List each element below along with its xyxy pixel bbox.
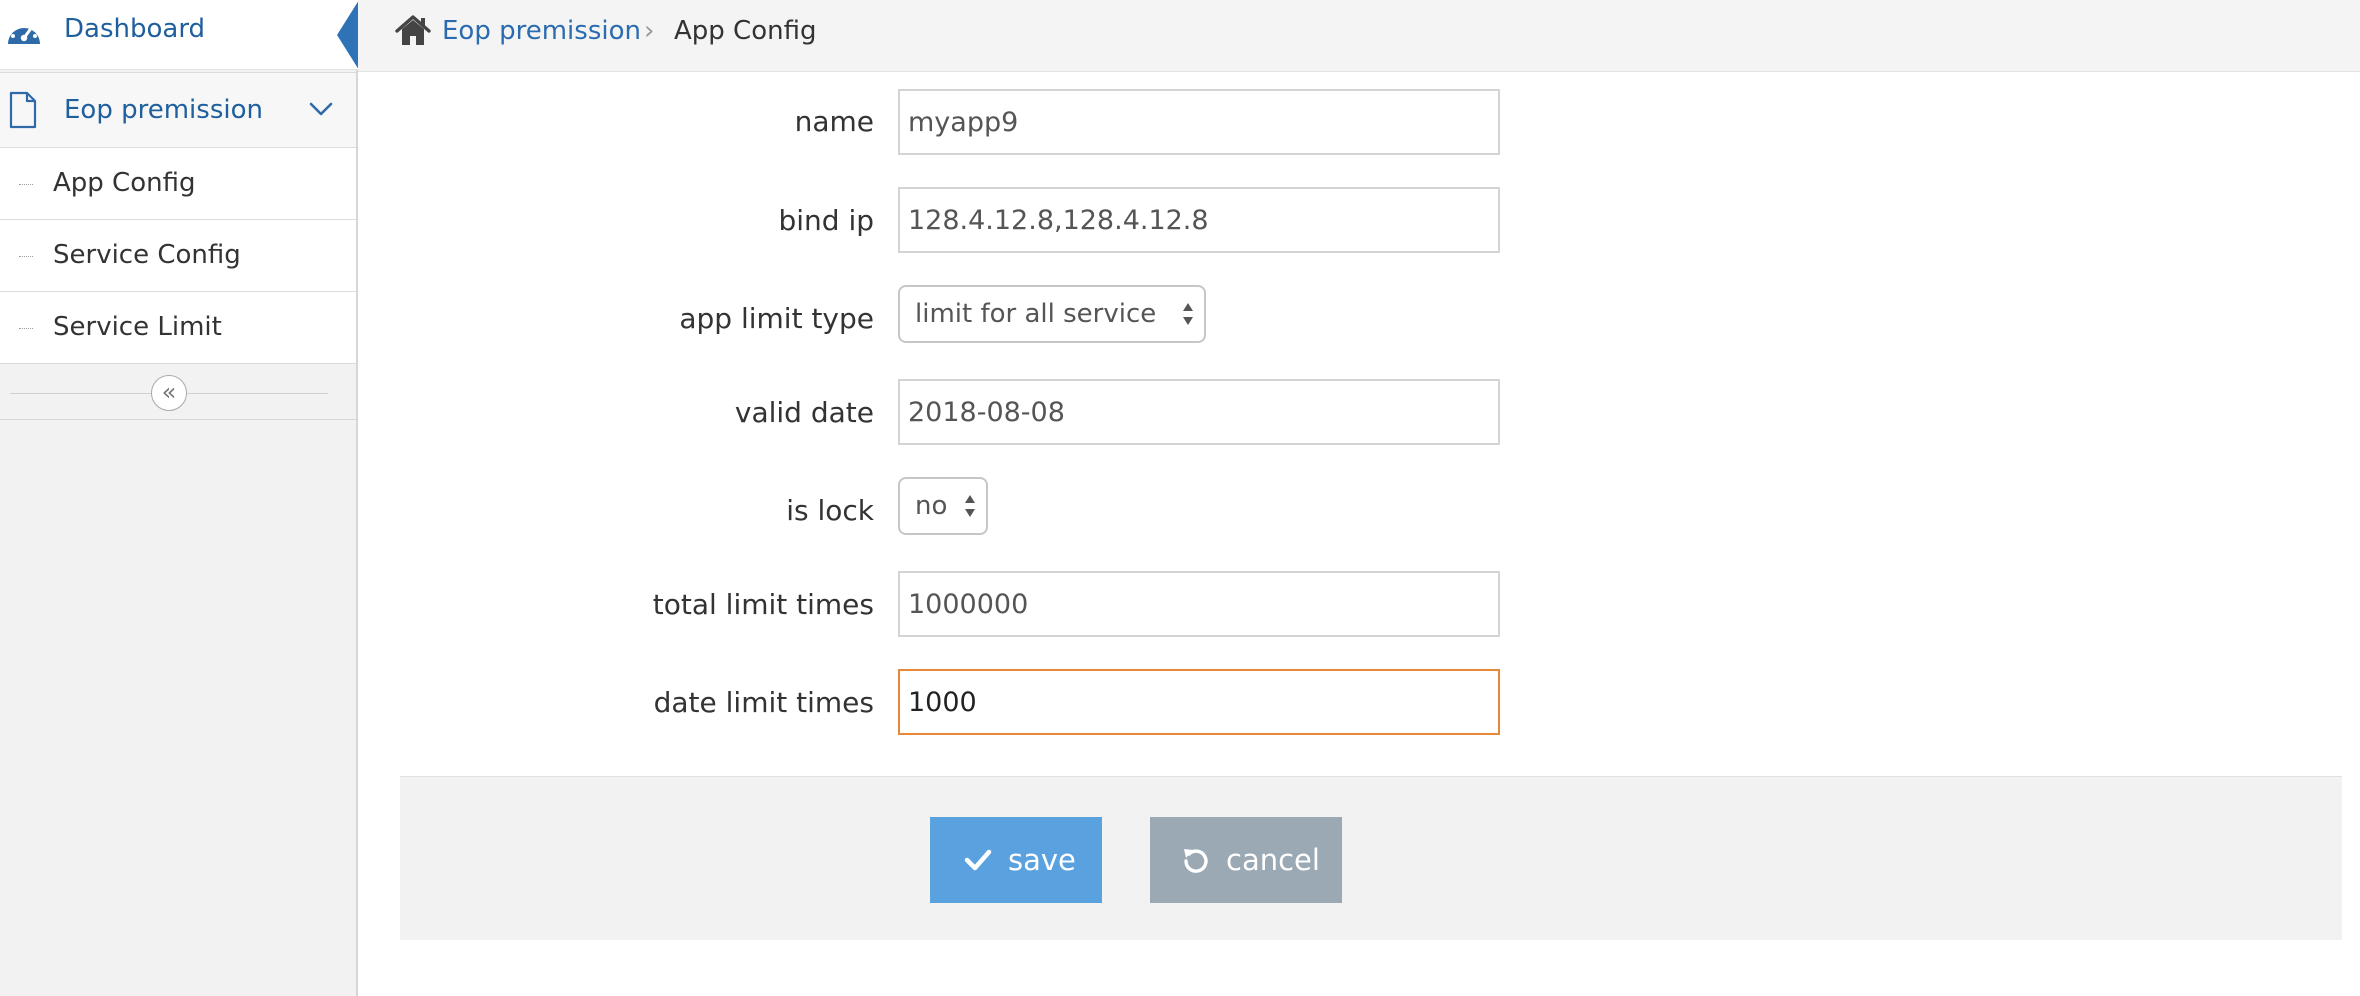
date-limit-times-field[interactable] (898, 669, 1500, 735)
sidebar-item-label: Service Config (53, 240, 241, 270)
is-lock-label: is lock (786, 494, 874, 527)
chevron-down-icon[interactable] (308, 99, 334, 119)
save-button-label: save (1008, 843, 1076, 877)
tree-connector (19, 328, 33, 329)
sidebar-collapse-bar: « (0, 366, 356, 420)
check-icon (964, 849, 992, 871)
name-label: name (794, 105, 874, 138)
tree-connector (19, 184, 33, 185)
sidebar: Dashboard Eop premission App Config Serv… (0, 0, 359, 996)
breadcrumb-current: App Config (674, 16, 817, 46)
sidebar-group-eop-premission[interactable]: Eop premission (0, 72, 356, 148)
total-limit-times-label: total limit times (652, 588, 874, 621)
sidebar-item-label: Service Limit (53, 312, 222, 342)
app-limit-type-select[interactable]: limit for all service (898, 285, 1206, 343)
active-indicator (337, 0, 359, 70)
form-actions: save cancel (400, 776, 2342, 940)
valid-date-field[interactable] (898, 379, 1500, 445)
bind-ip-label: bind ip (778, 204, 874, 237)
save-button[interactable]: save (930, 817, 1102, 903)
breadcrumb-link-eop-premission[interactable]: Eop premission (442, 14, 641, 48)
sidebar-item-label: App Config (53, 168, 196, 198)
home-icon[interactable] (394, 14, 432, 48)
double-chevron-left-icon[interactable]: « (151, 375, 187, 411)
is-lock-selected: no (915, 491, 948, 521)
sidebar-item-service-config[interactable]: Service Config (0, 220, 356, 292)
tree-connector (19, 256, 33, 257)
select-arrows-icon (965, 495, 975, 517)
select-arrows-icon (1183, 303, 1193, 325)
date-limit-times-label: date limit times (653, 686, 874, 719)
valid-date-label: valid date (734, 396, 874, 429)
cancel-button[interactable]: cancel (1150, 817, 1342, 903)
breadcrumb: Eop premission › App Config (358, 0, 2360, 72)
cancel-button-label: cancel (1226, 843, 1320, 877)
document-icon (9, 91, 37, 129)
name-field[interactable] (898, 89, 1500, 155)
sidebar-item-dashboard[interactable]: Dashboard (0, 0, 359, 70)
total-limit-times-field[interactable] (898, 571, 1500, 637)
sidebar-item-dashboard-label: Dashboard (64, 14, 206, 44)
app-limit-type-selected: limit for all service (915, 299, 1157, 329)
bind-ip-field[interactable] (898, 187, 1500, 253)
sidebar-item-app-config[interactable]: App Config (0, 148, 356, 220)
app-limit-type-label: app limit type (679, 302, 874, 335)
dashboard-gauge-icon (8, 22, 40, 44)
undo-icon (1184, 849, 1208, 873)
breadcrumb-separator: › (644, 16, 655, 46)
sidebar-item-service-limit[interactable]: Service Limit (0, 292, 356, 364)
is-lock-select[interactable]: no (898, 477, 988, 535)
sidebar-group-label: Eop premission (64, 95, 263, 125)
